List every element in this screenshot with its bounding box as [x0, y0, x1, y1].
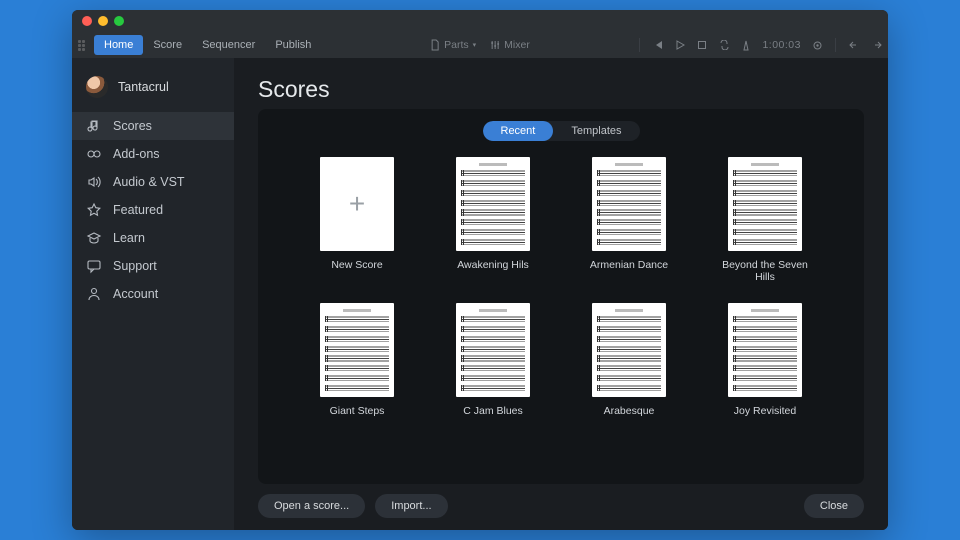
menu-right: 1:00:03: [637, 38, 882, 52]
sidebar-item-label: Account: [113, 287, 158, 301]
menu-left: HomeScoreSequencerPublish: [78, 35, 321, 55]
sidebar-item-label: Featured: [113, 203, 163, 217]
menu-item-sequencer[interactable]: Sequencer: [192, 35, 265, 55]
new-score-thumb: +: [320, 157, 394, 251]
score-label: Giant Steps: [330, 405, 385, 417]
metronome-icon[interactable]: [740, 39, 752, 51]
sidebar-item-label: Add-ons: [113, 147, 160, 161]
chevron-down-icon: ▾: [473, 41, 477, 49]
score-label: C Jam Blues: [463, 405, 523, 417]
page-title: Scores: [258, 76, 864, 103]
content-box: RecentTemplates + New Score Awakening Hils…: [258, 109, 864, 484]
body: Tantacrul Scores Add-ons Audio & VST Featur…: [72, 58, 888, 530]
music-icon: [86, 118, 102, 134]
score-thumb: [592, 157, 666, 251]
avatar: [86, 76, 108, 98]
sidebar-item-account[interactable]: Account: [72, 280, 234, 308]
sliders-icon: [490, 40, 500, 50]
score-card[interactable]: Armenian Dance: [590, 157, 668, 283]
score-thumb: [320, 303, 394, 397]
sidebar: Tantacrul Scores Add-ons Audio & VST Featur…: [72, 58, 234, 530]
settings-icon[interactable]: [811, 39, 823, 51]
close-button[interactable]: Close: [804, 494, 864, 518]
rewind-icon[interactable]: [652, 39, 664, 51]
document-icon: [430, 39, 440, 51]
import-button[interactable]: Import...: [375, 494, 447, 518]
score-label: Armenian Dance: [590, 259, 668, 271]
score-card[interactable]: Joy Revisited: [728, 303, 802, 417]
score-card[interactable]: Awakening Hils: [456, 157, 530, 283]
score-label: Joy Revisited: [734, 405, 796, 417]
loop-icon[interactable]: [718, 39, 730, 51]
score-card[interactable]: C Jam Blues: [456, 303, 530, 417]
score-label: Arabesque: [604, 405, 655, 417]
sidebar-item-featured[interactable]: Featured: [72, 196, 234, 224]
nav: Scores Add-ons Audio & VST Featured Learn Sup…: [72, 112, 234, 308]
speaker-icon: [86, 174, 102, 190]
sidebar-item-label: Audio & VST: [113, 175, 185, 189]
footer: Open a score... Import... Close: [258, 494, 864, 518]
tab-templates[interactable]: Templates: [553, 121, 639, 141]
maximize-window-icon[interactable]: [114, 16, 124, 26]
close-window-icon[interactable]: [82, 16, 92, 26]
score-card[interactable]: Beyond the Seven Hills: [712, 157, 818, 283]
score-card[interactable]: Arabesque: [592, 303, 666, 417]
app-window: HomeScoreSequencerPublish Parts ▾ Mixer …: [72, 10, 888, 530]
sidebar-item-learn[interactable]: Learn: [72, 224, 234, 252]
sidebar-item-add-ons[interactable]: Add-ons: [72, 140, 234, 168]
sidebar-item-audio-vst[interactable]: Audio & VST: [72, 168, 234, 196]
open-score-button[interactable]: Open a score...: [258, 494, 365, 518]
sidebar-item-label: Scores: [113, 119, 152, 133]
score-label: Awakening Hils: [457, 259, 529, 271]
tab-recent[interactable]: Recent: [483, 121, 554, 141]
user-name: Tantacrul: [118, 80, 169, 94]
menu-item-home[interactable]: Home: [94, 35, 143, 55]
undo-icon[interactable]: [848, 39, 860, 51]
plus-icon: +: [349, 188, 365, 220]
play-icon[interactable]: [674, 39, 686, 51]
menu-center: Parts ▾ Mixer: [430, 39, 530, 51]
stop-icon[interactable]: [696, 39, 708, 51]
menu-item-publish[interactable]: Publish: [265, 35, 321, 55]
timecode: 1:00:03: [762, 39, 801, 51]
tabs: RecentTemplates: [483, 121, 640, 141]
mixer-toggle[interactable]: Mixer: [490, 39, 530, 51]
star-icon: [86, 202, 102, 218]
score-thumb: [728, 303, 802, 397]
score-label: Beyond the Seven Hills: [712, 259, 818, 283]
score-card[interactable]: Giant Steps: [320, 303, 394, 417]
parts-dropdown[interactable]: Parts ▾: [430, 39, 476, 51]
titlebar: [72, 10, 888, 32]
score-thumb: [456, 303, 530, 397]
user-section[interactable]: Tantacrul: [72, 70, 234, 112]
score-thumb: [592, 303, 666, 397]
redo-icon[interactable]: [870, 39, 882, 51]
sidebar-item-label: Support: [113, 259, 157, 273]
score-thumb: [728, 157, 802, 251]
window-controls: [82, 16, 124, 26]
sidebar-item-label: Learn: [113, 231, 145, 245]
drag-handle-icon[interactable]: [78, 40, 88, 51]
score-label: New Score: [331, 259, 382, 271]
minimize-window-icon[interactable]: [98, 16, 108, 26]
scores-grid: + New Score Awakening Hils Armenian Dance Be…: [278, 157, 844, 417]
main: Scores RecentTemplates + New Score Awakeni…: [234, 58, 888, 530]
menu-item-score[interactable]: Score: [143, 35, 192, 55]
person-icon: [86, 286, 102, 302]
sidebar-item-scores[interactable]: Scores: [72, 112, 234, 140]
grad-icon: [86, 230, 102, 246]
sidebar-item-support[interactable]: Support: [72, 252, 234, 280]
score-thumb: [456, 157, 530, 251]
chat-icon: [86, 258, 102, 274]
score-card[interactable]: + New Score: [320, 157, 394, 283]
menubar: HomeScoreSequencerPublish Parts ▾ Mixer …: [72, 32, 888, 58]
puzzle-icon: [86, 146, 102, 162]
